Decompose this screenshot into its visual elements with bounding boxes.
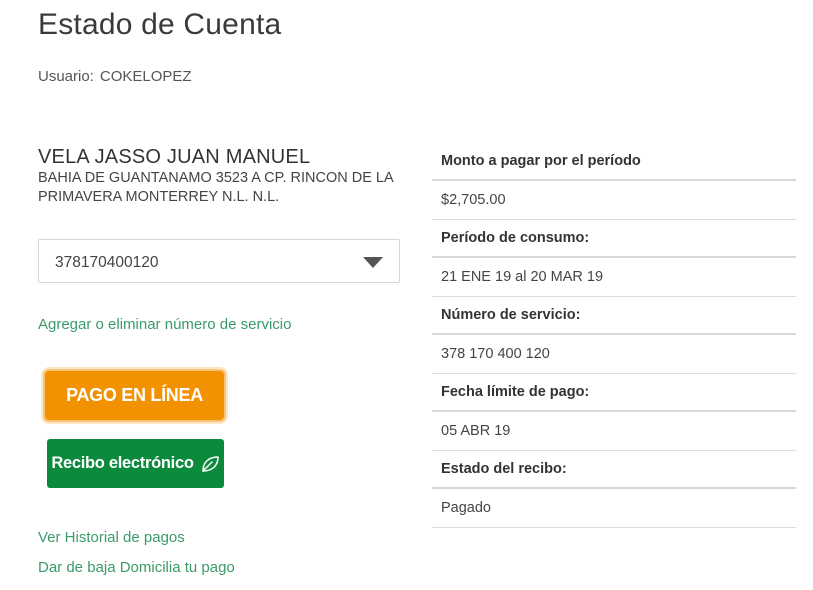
manage-service-link[interactable]: Agregar o eliminar número de servicio: [38, 316, 291, 333]
leaf-icon: [201, 455, 219, 472]
payment-history-link[interactable]: Ver Historial de pagos: [38, 529, 185, 546]
period-label: Período de consumo:: [432, 220, 796, 258]
service-number-value: 378 170 400 120: [432, 335, 796, 374]
receipt-status-value: Pagado: [432, 489, 796, 528]
user-value: COKELOPEZ: [99, 68, 192, 85]
service-number-selected: 378170400120: [55, 254, 159, 271]
pay-online-button[interactable]: PAGO EN LÍNEA: [43, 369, 226, 422]
due-date-label: Fecha límite de pago:: [432, 374, 796, 412]
service-number-select[interactable]: 378170400120: [38, 239, 400, 283]
user-label: Usuario:: [38, 68, 94, 85]
electronic-receipt-label: Recibo electrónico: [51, 454, 194, 472]
customer-name: VELA JASSO JUAN MANUEL: [38, 146, 311, 168]
period-value: 21 ENE 19 al 20 MAR 19: [432, 258, 796, 297]
unsubscribe-direct-debit-link[interactable]: Dar de baja Domicilia tu pago: [38, 559, 235, 576]
customer-info: VELA JASSO JUAN MANUEL BAHIA DE GUANTANA…: [38, 145, 408, 207]
receipt-status-label: Estado del recibo:: [432, 451, 796, 489]
page-title: Estado de Cuenta: [38, 8, 282, 41]
chevron-down-icon: [363, 257, 383, 268]
amount-label: Monto a pagar por el período: [432, 142, 796, 181]
amount-value: $2,705.00: [432, 181, 796, 220]
customer-address: BAHIA DE GUANTANAMO 3523 A CP. RINCON DE…: [38, 170, 393, 205]
due-date-value: 05 ABR 19: [432, 412, 796, 451]
electronic-receipt-button[interactable]: Recibo electrónico: [47, 439, 224, 488]
user-line: Usuario: COKELOPEZ: [38, 68, 192, 85]
account-summary: Monto a pagar por el período $2,705.00 P…: [432, 142, 796, 528]
service-number-label: Número de servicio:: [432, 297, 796, 335]
